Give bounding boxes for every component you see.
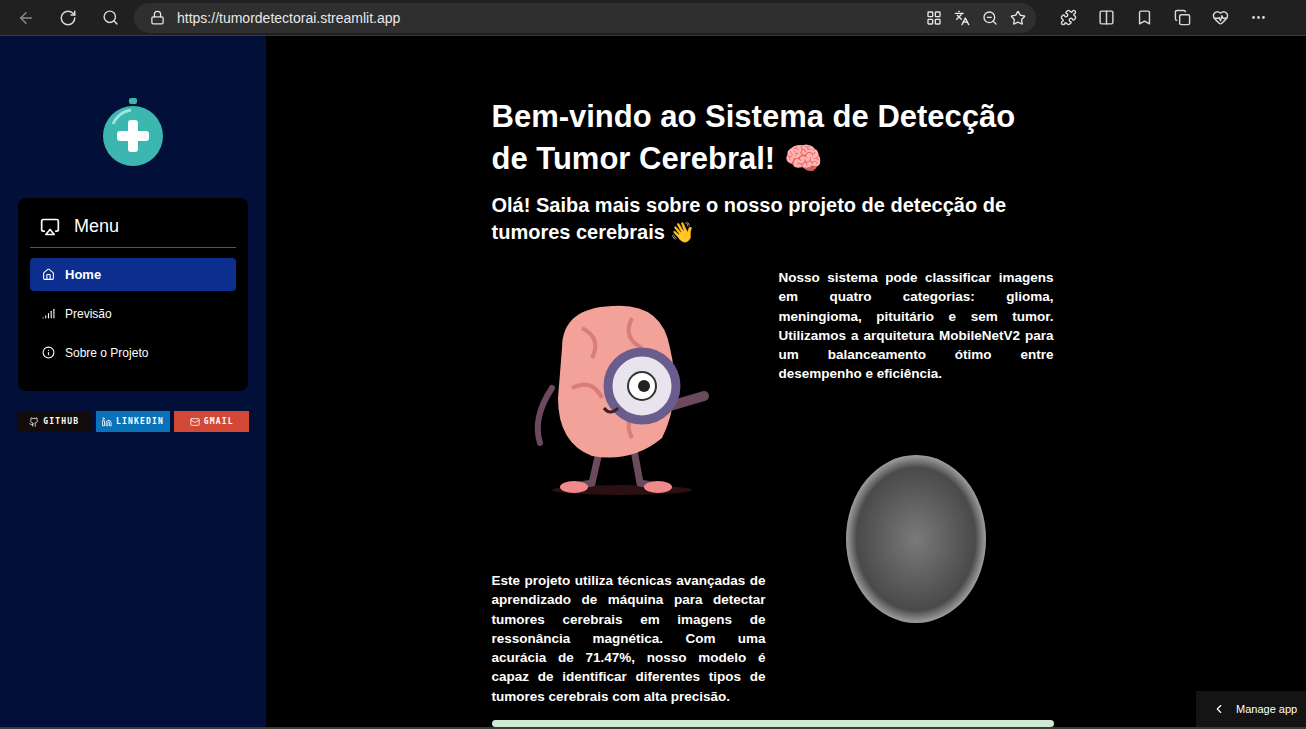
lock-icon [150, 10, 165, 25]
right-column: Nosso sistema pode classificar imagens e… [779, 268, 1054, 706]
mail-icon [190, 417, 200, 427]
url-text: https://tumordetectorai.streamlit.app [177, 10, 914, 26]
success-box [492, 720, 1054, 727]
puzzle-icon [1060, 9, 1077, 26]
back-button[interactable] [8, 3, 44, 33]
page-subtitle: Olá! Saiba mais sobre o nosso projeto de… [492, 192, 1054, 246]
star-icon[interactable] [1010, 10, 1026, 26]
medical-plus-logo-icon [101, 94, 165, 170]
menu-card: Menu Home Previsão Sobre o Projeto [18, 198, 248, 391]
content-column: Bem-vindo ao Sistema de Detecção de Tumo… [492, 96, 1054, 727]
address-bar[interactable]: https://tumordetectorai.streamlit.app [134, 3, 1036, 33]
menu-item[interactable]: Previsão [30, 297, 236, 330]
menu-header: Menu [30, 212, 236, 248]
heart-pulse-icon [1212, 9, 1229, 26]
health-button[interactable] [1202, 3, 1238, 33]
content-grid: Este projeto utiliza técnicas avançadas … [492, 268, 1054, 706]
browser-window: https://tumordetectorai.streamlit.app Men… [0, 0, 1306, 729]
favorites-icon [1136, 9, 1153, 26]
more-icon [1250, 9, 1267, 26]
ct-scan-image [779, 452, 1054, 627]
more-button[interactable] [1240, 3, 1276, 33]
sidebar: Menu Home Previsão Sobre o Projeto GITHUBLIN… [0, 36, 266, 727]
collections-icon [1174, 9, 1191, 26]
menu-item[interactable]: Home [30, 258, 236, 291]
social-badge[interactable]: GMAIL [174, 411, 249, 432]
app-grid-icon[interactable] [926, 10, 942, 26]
arrow-left-icon [17, 9, 35, 27]
collections-button[interactable] [1164, 3, 1200, 33]
social-badges: GITHUBLINKEDINGMAIL [17, 411, 249, 432]
main-content: Bem-vindo ao Sistema de Detecção de Tumo… [266, 36, 1306, 727]
favorites-button[interactable] [1126, 3, 1162, 33]
chevron-left-icon [1212, 702, 1226, 716]
menu-item[interactable]: Sobre o Projeto [30, 336, 236, 369]
ct-scan-skull [846, 455, 986, 623]
browser-toolbar: https://tumordetectorai.streamlit.app [0, 0, 1306, 36]
split-screen-icon [1098, 9, 1115, 26]
github-icon [29, 417, 39, 427]
social-badge[interactable]: GITHUB [17, 411, 92, 432]
search-icon [102, 9, 119, 26]
zoom-out-icon[interactable] [982, 10, 998, 26]
info-icon [42, 346, 55, 359]
search-button[interactable] [92, 3, 128, 33]
intro-paragraph: Nosso sistema pode classificar imagens e… [779, 268, 1054, 384]
manage-app-button[interactable]: Manage app [1196, 691, 1306, 727]
page-title: Bem-vindo ao Sistema de Detecção de Tumo… [492, 96, 1054, 180]
details-paragraph: Este projeto utiliza técnicas avançadas … [492, 571, 766, 706]
reload-button[interactable] [50, 3, 86, 33]
linkedin-icon [102, 417, 112, 427]
extensions-button[interactable] [1050, 3, 1086, 33]
social-badge[interactable]: LINKEDIN [96, 411, 171, 432]
brain-detective-icon [492, 268, 766, 558]
home-icon [42, 268, 55, 281]
chart-icon [42, 307, 55, 320]
translate-icon[interactable] [954, 10, 970, 26]
left-column: Este projeto utiliza técnicas avançadas … [492, 268, 766, 706]
reload-icon [59, 9, 77, 27]
split-button[interactable] [1088, 3, 1124, 33]
toolbar-actions [1050, 3, 1276, 33]
monitor-icon [40, 217, 60, 237]
page: Menu Home Previsão Sobre o Projeto GITHUBLIN… [0, 36, 1306, 729]
